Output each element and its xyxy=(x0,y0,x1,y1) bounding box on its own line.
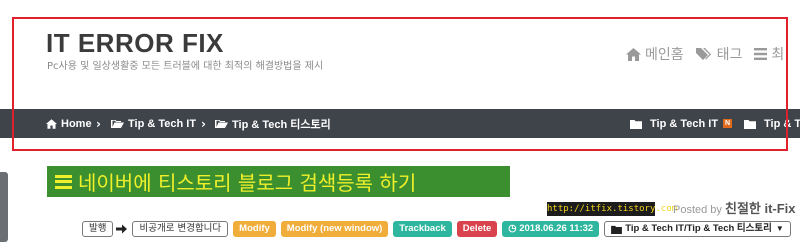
topnav-label: 메인홈 xyxy=(645,47,684,63)
site-header: IT ERROR FIX Pc사용 및 일상생활중 모든 트러블에 대한 최적의… xyxy=(0,0,800,109)
folder-icon xyxy=(611,225,623,234)
clock-icon: ◷ xyxy=(508,223,517,234)
side-panel-tab[interactable] xyxy=(0,172,8,242)
chevron-right-icon: › xyxy=(201,116,206,131)
folder-icon xyxy=(744,119,756,129)
topnav-label: 태그 xyxy=(716,47,743,63)
nav-item-label: Tip & Tech IT xyxy=(650,117,719,130)
trackback-button[interactable]: Trackback xyxy=(393,221,452,237)
posted-by-label: Posted by xyxy=(673,204,722,216)
nav-item-tip-tech[interactable]: Tip & Tech xyxy=(744,109,800,138)
breadcrumb-label: Tip & Tech IT xyxy=(128,117,197,130)
chevron-right-icon: › xyxy=(96,116,101,131)
menu-icon xyxy=(55,174,72,189)
breadcrumb-label: Home xyxy=(61,117,92,130)
post-date-text: 2018.06.26 11:32 xyxy=(519,223,594,234)
topnav-item-main-home[interactable]: 메인홈 xyxy=(626,44,684,64)
make-private-button[interactable]: 비공개로 변경합니다 xyxy=(132,221,229,237)
modify-button[interactable]: Modify xyxy=(233,221,276,237)
topnav-label: 최 xyxy=(771,47,785,63)
folder-open-icon xyxy=(215,119,228,128)
post-title[interactable]: 네이버에 티스토리 블로그 검색등록 하기 xyxy=(78,167,416,196)
post-date: ◷ 2018.06.26 11:32 xyxy=(502,221,600,237)
home-icon xyxy=(626,47,641,61)
post-actions: 발행 비공개로 변경합니다 Modify Modify (new window)… xyxy=(82,220,796,238)
page: IT ERROR FIX Pc사용 및 일상생활중 모든 트러블에 대한 최적의… xyxy=(0,0,800,242)
arrow-right-icon xyxy=(116,224,128,234)
top-navigation: 메인홈 태그 최 xyxy=(626,44,796,64)
topnav-item-recent[interactable]: 최 xyxy=(754,44,784,64)
publish-button[interactable]: 발행 xyxy=(82,221,114,237)
new-badge: N xyxy=(723,119,733,128)
delete-button[interactable]: Delete xyxy=(456,221,498,237)
home-icon xyxy=(46,118,57,129)
topnav-item-tags[interactable]: 태그 xyxy=(695,44,743,64)
posted-by: Posted by 친절한 it-Fix xyxy=(673,198,796,217)
modify-new-window-button[interactable]: Modify (new window) xyxy=(280,221,389,237)
list-icon xyxy=(754,48,768,60)
breadcrumb-bar: Home › Tip & Tech IT › Tip & Tech 티스토리 T… xyxy=(0,109,800,138)
nav-item-label: Tip & Tech xyxy=(764,117,800,130)
category-select[interactable]: Tip & Tech IT/Tip & Tech 티스토리 ▼ xyxy=(604,221,791,237)
nav-item-tip-tech-it[interactable]: Tip & Tech IT N xyxy=(630,109,733,138)
breadcrumb-tip-tech-tistory[interactable]: Tip & Tech 티스토리 xyxy=(215,109,331,138)
site-title[interactable]: IT ERROR FIX xyxy=(46,28,224,59)
breadcrumb-label: Tip & Tech 티스토리 xyxy=(232,118,331,131)
tags-icon xyxy=(695,47,713,61)
url-watermark: http://itfix.tistory.com xyxy=(547,202,678,216)
caret-down-icon: ▼ xyxy=(775,224,784,233)
folder-open-icon xyxy=(111,119,124,128)
folder-icon xyxy=(630,119,642,129)
category-label: Tip & Tech IT/Tip & Tech 티스토리 xyxy=(625,223,772,234)
post-title-bar: 네이버에 티스토리 블로그 검색등록 하기 xyxy=(47,166,510,197)
breadcrumb-tip-tech-it[interactable]: Tip & Tech IT xyxy=(111,109,196,138)
author-name[interactable]: 친절한 it-Fix xyxy=(725,201,796,216)
breadcrumb-home[interactable]: Home xyxy=(46,109,92,138)
site-description: Pc사용 및 일상생활중 모든 트러블에 대한 최적의 해결방법을 제시 xyxy=(47,61,324,72)
